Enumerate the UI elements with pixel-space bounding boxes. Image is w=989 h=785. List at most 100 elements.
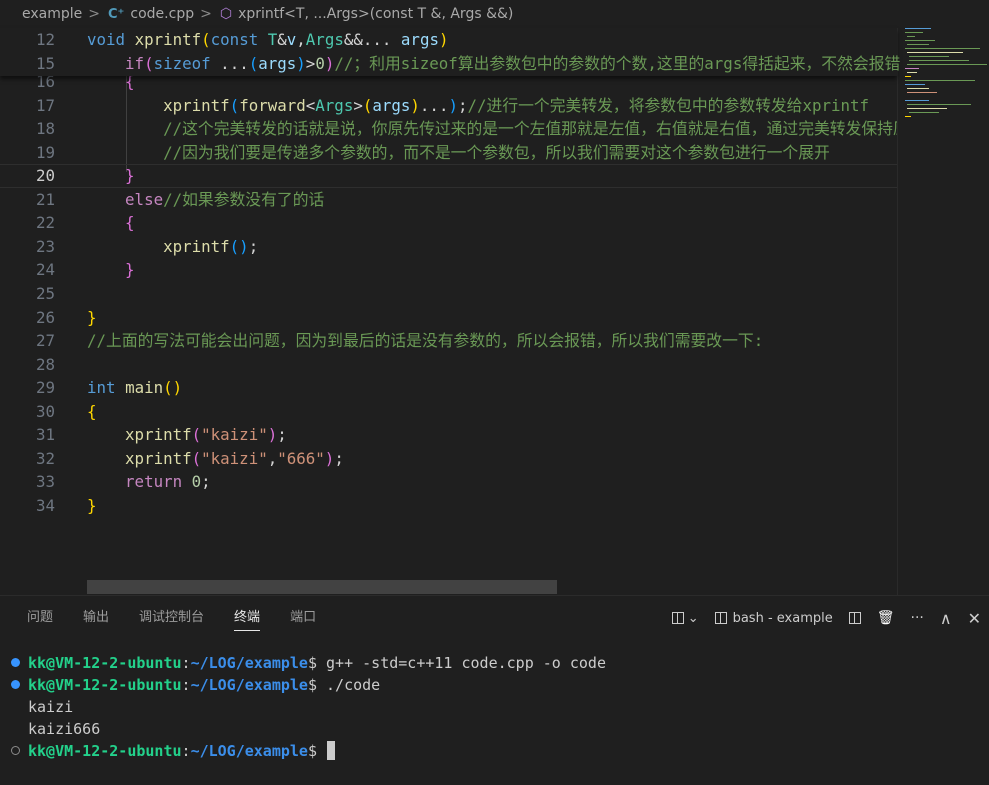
code-line[interactable]: 24 }	[0, 258, 897, 282]
code-line[interactable]: 19 //因为我们要是传递多个参数的，而不是一个参数包，所以我们需要对这个参数包…	[0, 141, 897, 165]
panel-actions: ⌄ bash - example 🗑 ··· ∧ ✕	[664, 596, 989, 640]
code-line[interactable]: 31 xprintf("kaizi");	[0, 423, 897, 447]
tab-ports[interactable]: 端口	[290, 596, 316, 640]
new-terminal-split-button[interactable]: ⌄	[671, 610, 699, 626]
code-line[interactable]: 28	[0, 353, 897, 377]
command-decoration-icon[interactable]	[11, 680, 20, 689]
tab-problems[interactable]: 问题	[27, 596, 53, 640]
code-line[interactable]: 17 xprintf(forward<Args>(args)...);//进行一…	[0, 94, 897, 118]
code-token: Args	[305, 30, 344, 49]
line-number[interactable]: 27	[0, 329, 55, 353]
maximize-panel-button[interactable]: ∧	[940, 609, 952, 628]
line-number[interactable]: 20	[0, 164, 55, 188]
terminal-output-text: kaizi	[28, 698, 74, 716]
code-token: {	[87, 401, 97, 421]
command-decoration-icon[interactable]	[11, 746, 20, 755]
code-line[interactable]: 32 xprintf("kaizi","666");	[0, 447, 897, 471]
line-number[interactable]: 34	[0, 494, 55, 518]
prompt-user-host: kk@VM-12-2-ubuntu	[28, 676, 182, 694]
kill-terminal-button[interactable]: 🗑	[877, 610, 895, 626]
code-text: //这个完美转发的话就是说，你原先传过来的是一个左值那就是左值，右值就是右值，通…	[87, 117, 897, 141]
code-line[interactable]: 21 else//如果参数没有了的话	[0, 188, 897, 212]
horizontal-scrollbar[interactable]	[87, 580, 557, 594]
code-line[interactable]: 23 xprintf();	[0, 235, 897, 259]
code-token: T	[267, 30, 278, 49]
code-token: xprintf	[163, 95, 230, 115]
breadcrumb-folder[interactable]: example	[22, 6, 82, 22]
code-text: {	[87, 211, 135, 235]
code-text: void xprintf(const T&v,Args&&... args)	[87, 28, 448, 52]
code-line[interactable]: 20 }	[0, 164, 897, 188]
code-token: sizeof	[153, 54, 211, 73]
tab-terminal[interactable]: 终端	[234, 596, 261, 640]
code-line[interactable]: 29 int main()	[0, 376, 897, 400]
more-actions-icon[interactable]: ···	[911, 610, 924, 626]
code-token: ,	[296, 30, 306, 49]
line-number[interactable]: 18	[0, 117, 55, 141]
code-token: }	[125, 166, 135, 186]
code-line[interactable]: 30 {	[0, 400, 897, 424]
code-token: args	[258, 54, 297, 73]
line-number[interactable]: 23	[0, 235, 55, 259]
breadcrumb-symbol[interactable]: xprintf<T, ...Args>(const T &, Args &&)	[238, 6, 513, 22]
line-number[interactable]: 26	[0, 306, 55, 330]
sticky-scroll-header[interactable]: 12 void xprintf(const T&v,Args&&... args)…	[0, 28, 900, 76]
line-number[interactable]: 30	[0, 400, 55, 424]
code-line[interactable]: 26}	[0, 306, 897, 330]
code-line[interactable]: 18 //这个完美转发的话就是说，你原先传过来的是一个左值那就是左值，右值就是右…	[0, 117, 897, 141]
line-number[interactable]: 31	[0, 423, 55, 447]
line-number[interactable]: 21	[0, 188, 55, 212]
line-number[interactable]: 32	[0, 447, 55, 471]
code-token: if	[125, 54, 145, 73]
code-token: "kaizi"	[201, 448, 268, 468]
prompt-path: ~/LOG/example	[190, 654, 308, 672]
line-number[interactable]: 12	[0, 28, 55, 52]
code-token: }	[87, 495, 97, 515]
code-editor[interactable]: 16 {17 xprintf(forward<Args>(args)...);/…	[0, 28, 897, 595]
line-number[interactable]: 24	[0, 258, 55, 282]
code-line[interactable]: 12 void xprintf(const T&v,Args&&... args)	[0, 28, 897, 52]
split-terminal-button[interactable]	[848, 612, 861, 624]
code-line[interactable]: 15 if(sizeof ...(args)>0)//；利用sizeof算出参数…	[0, 52, 900, 76]
code-token: )	[267, 425, 278, 445]
line-number[interactable]: 28	[0, 353, 55, 377]
code-token: )	[410, 95, 420, 115]
close-panel-button[interactable]: ✕	[968, 609, 981, 628]
code-token: const	[210, 30, 259, 49]
code-line[interactable]: 34}	[0, 494, 897, 518]
tab-debug-console[interactable]: 调试控制台	[139, 596, 204, 640]
code-text: }	[87, 164, 135, 188]
terminal-selector[interactable]: bash - example	[714, 611, 833, 626]
code-token: (	[248, 54, 259, 73]
code-line[interactable]: 25	[0, 282, 897, 306]
code-line[interactable]: 33 return 0;	[0, 470, 897, 494]
line-number[interactable]: 29	[0, 376, 55, 400]
terminal-output[interactable]: kk@VM-12-2-ubuntu:~/LOG/example$ g++ -st…	[0, 652, 989, 762]
code-token: //如果参数没有了的话	[163, 189, 325, 209]
code-line[interactable]: 22 {	[0, 211, 897, 235]
code-token: ;	[201, 472, 211, 492]
code-token: (	[229, 95, 240, 115]
minimap[interactable]	[897, 28, 989, 595]
prompt-path: ~/LOG/example	[190, 742, 308, 760]
line-number[interactable]: 15	[0, 52, 55, 76]
code-line[interactable]: 27 //上面的写法可能会出问题，因为到最后的话是没有参数的，所以会报错，所以我们…	[0, 329, 897, 353]
breadcrumb-file[interactable]: code.cpp	[130, 6, 194, 22]
code-token: )	[324, 448, 335, 468]
code-token: ...	[419, 95, 449, 115]
code-token: ;	[334, 448, 344, 468]
line-number[interactable]: 17	[0, 94, 55, 118]
line-number[interactable]: 19	[0, 141, 55, 165]
line-number[interactable]: 25	[0, 282, 55, 306]
code-token: {	[125, 213, 135, 233]
line-number[interactable]: 33	[0, 470, 55, 494]
command-decoration-icon[interactable]	[11, 658, 20, 667]
line-number[interactable]: 22	[0, 211, 55, 235]
tab-output[interactable]: 输出	[83, 596, 109, 640]
chevron-down-icon: ⌄	[687, 610, 699, 626]
